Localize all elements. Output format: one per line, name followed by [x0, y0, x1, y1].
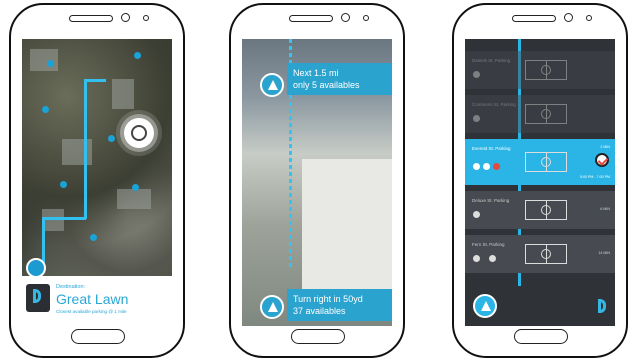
- home-button[interactable]: [291, 329, 345, 344]
- court-icon: [525, 244, 567, 264]
- ball-icon: [473, 115, 480, 122]
- phone-list: Daniels St. Parking Commons St. Parking …: [452, 3, 628, 358]
- destination-name: Great Lawn: [56, 291, 129, 307]
- bottom-instruction-line1: Turn right in 50yd: [293, 294, 363, 304]
- map-view[interactable]: Destination: Great Lawn Closest availabl…: [22, 39, 172, 326]
- parking-name: Commons St. Parking: [472, 102, 516, 107]
- ball-icon: [493, 163, 500, 170]
- parking-dot[interactable]: [42, 106, 49, 113]
- sensor: [143, 15, 149, 21]
- speaker: [289, 15, 333, 22]
- list-item[interactable]: Commons St. Parking: [465, 95, 615, 133]
- warning-icon[interactable]: [260, 73, 284, 97]
- ball-icon: [473, 255, 480, 262]
- speaker: [512, 15, 556, 22]
- parking-list: Daniels St. Parking Commons St. Parking …: [465, 39, 615, 326]
- app-logo-icon: [26, 284, 50, 312]
- check-icon[interactable]: [595, 153, 609, 167]
- parking-dot[interactable]: [47, 60, 54, 67]
- ball-icon: [473, 163, 480, 170]
- list-item[interactable]: Fern St. Parking 14 MIN: [465, 235, 615, 273]
- parking-dot[interactable]: [108, 135, 115, 142]
- sensor: [363, 15, 369, 21]
- street-view: Next 1.5 mi only 5 availables Turn right…: [242, 39, 392, 326]
- parking-name: Deluxe St. Parking: [472, 198, 510, 203]
- top-instruction-line2: only 5 availables: [293, 80, 360, 90]
- bottom-instruction-box: Turn right in 50yd 37 availables: [287, 289, 392, 321]
- ball-icon: [489, 255, 496, 262]
- ball-icon: [473, 71, 480, 78]
- app-logo-icon: [591, 294, 609, 316]
- parking-name: Everest St. Parking: [472, 146, 511, 151]
- parking-dot[interactable]: [132, 184, 139, 191]
- bottom-bar: [465, 286, 615, 326]
- top-instruction-line1: Next 1.5 mi: [293, 68, 339, 78]
- building: [302, 159, 392, 309]
- phone-map: Destination: Great Lawn Closest availabl…: [9, 3, 185, 358]
- travel-time: 14 MIN: [598, 251, 610, 255]
- parking-name: Daniels St. Parking: [472, 58, 511, 63]
- route-line: [42, 217, 45, 263]
- camera: [341, 13, 350, 22]
- navigation-arrow-icon[interactable]: [260, 295, 284, 319]
- destination-target-icon[interactable]: [124, 118, 154, 148]
- court-icon: [525, 200, 567, 220]
- camera: [121, 13, 130, 22]
- court-icon: [525, 104, 567, 124]
- top-instruction-box: Next 1.5 mi only 5 availables: [287, 63, 392, 95]
- travel-time: 6 MIN: [600, 207, 610, 211]
- camera: [564, 13, 573, 22]
- route-line: [84, 79, 87, 219]
- home-button[interactable]: [514, 329, 568, 344]
- phone-street: Next 1.5 mi only 5 availables Turn right…: [229, 3, 405, 358]
- parking-name: Fern St. Parking: [472, 242, 505, 247]
- ball-icon: [473, 211, 480, 218]
- parking-hours: 5:00 PM - 7:00 PM: [580, 175, 610, 179]
- list-item[interactable]: Deluxe St. Parking 6 MIN: [465, 191, 615, 229]
- parking-dot[interactable]: [134, 52, 141, 59]
- court-icon: [525, 60, 567, 80]
- speaker: [69, 15, 113, 22]
- list-item[interactable]: Daniels St. Parking: [465, 51, 615, 89]
- destination-subtext: Closest available parking @ 1 mile: [56, 309, 127, 314]
- route-line: [42, 217, 86, 220]
- court-icon: [525, 152, 567, 172]
- destination-label: Destination:: [56, 284, 86, 290]
- sensor: [586, 15, 592, 21]
- navigation-arrow-icon[interactable]: [26, 258, 46, 278]
- parking-dot[interactable]: [60, 181, 67, 188]
- list-item-selected[interactable]: Everest St. Parking 2 MIN 5:00 PM - 7:00…: [465, 139, 615, 185]
- route-line: [84, 79, 106, 82]
- navigation-arrow-icon[interactable]: [473, 294, 497, 318]
- home-button[interactable]: [71, 329, 125, 344]
- bottom-instruction-line2: 37 availables: [293, 306, 346, 316]
- destination-card[interactable]: Destination: Great Lawn Closest availabl…: [22, 276, 172, 326]
- travel-time: 2 MIN: [600, 145, 610, 149]
- ball-icon: [483, 163, 490, 170]
- parking-dot[interactable]: [90, 234, 97, 241]
